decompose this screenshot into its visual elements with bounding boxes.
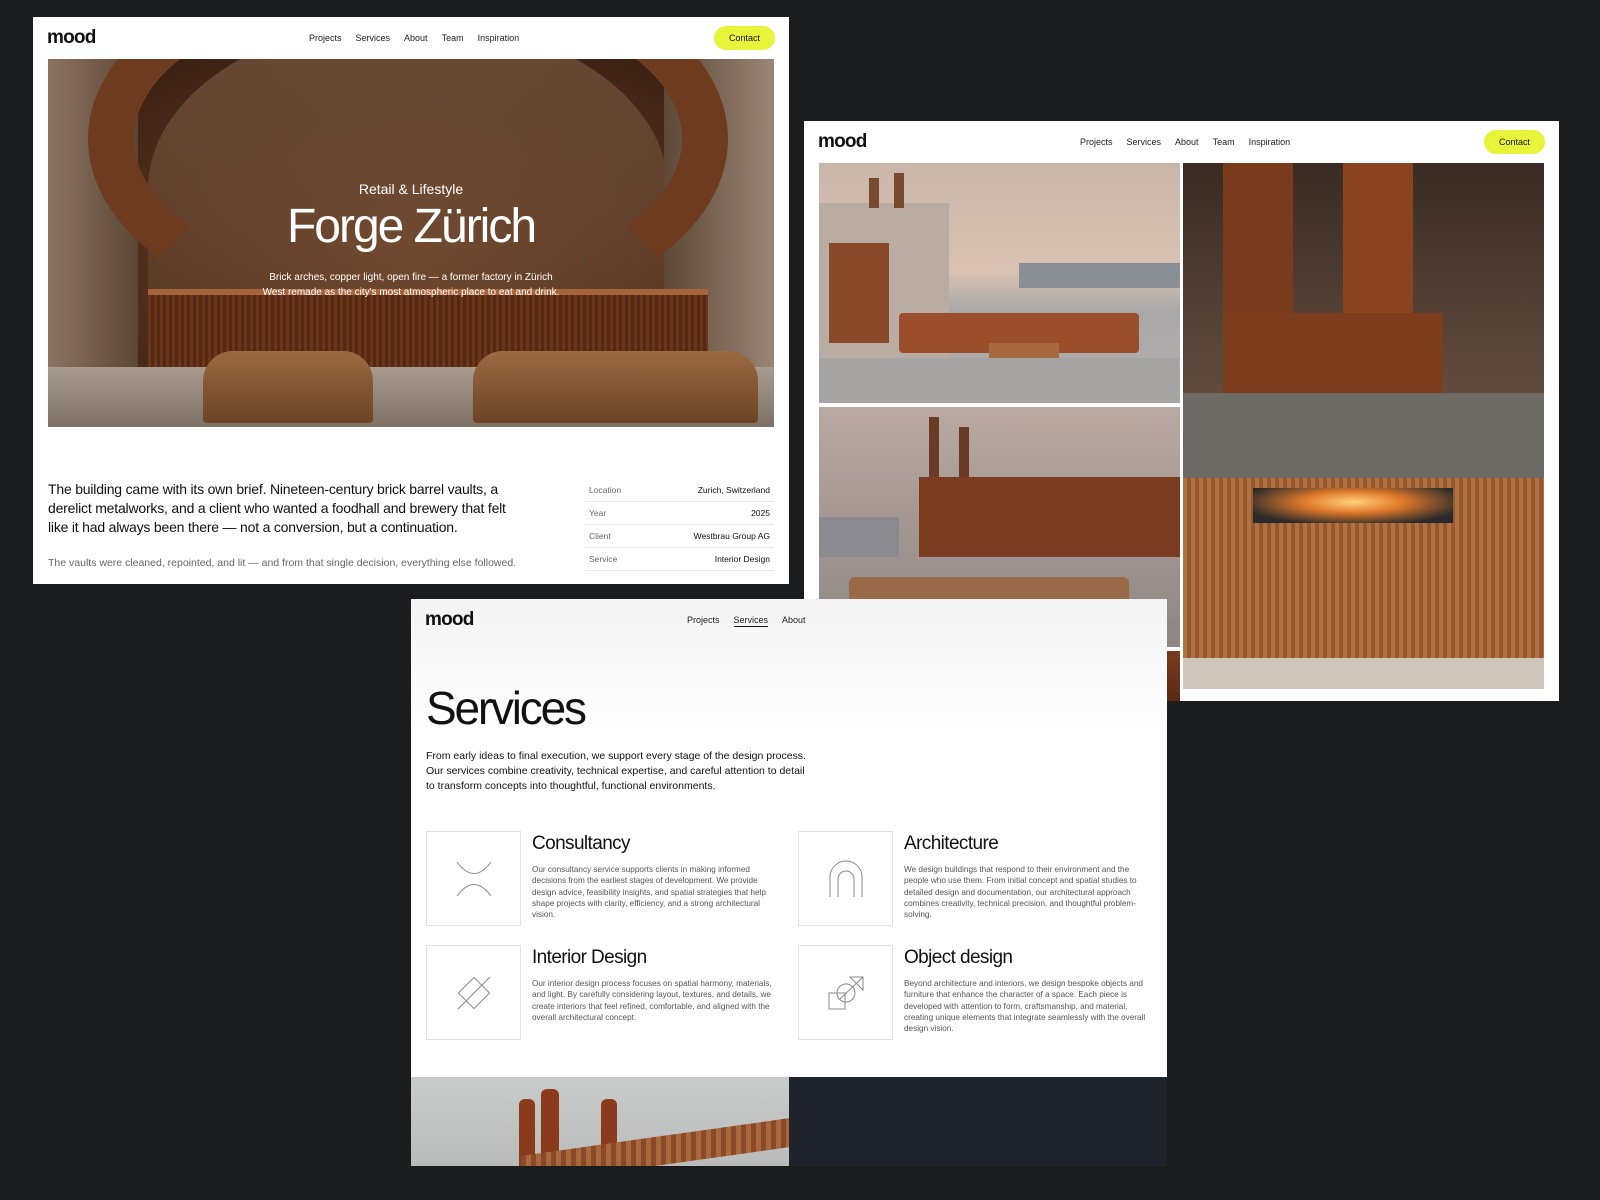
service-card-object-design[interactable]: Object design Beyond architecture and in… xyxy=(798,945,1158,1041)
timber-facade xyxy=(521,1118,789,1166)
service-title: Architecture xyxy=(904,833,999,854)
nav-projects[interactable]: Projects xyxy=(1080,137,1113,147)
nav-team[interactable]: Team xyxy=(442,33,464,43)
fact-value: Westbrau Group AG xyxy=(693,531,770,541)
nav-services[interactable]: Services xyxy=(733,615,769,627)
floor xyxy=(1183,658,1544,689)
project-intro: The building came with its own brief. Ni… xyxy=(48,481,506,535)
nav-about[interactable]: About xyxy=(1175,137,1199,147)
nav-team[interactable]: Team xyxy=(1213,137,1235,147)
corten-column xyxy=(1343,163,1413,313)
description-line: Brick arches, copper light, open fire — … xyxy=(269,272,553,283)
terrace-floor xyxy=(819,358,1180,403)
project-note: The vaults were cleaned, repointed, and … xyxy=(48,557,517,569)
service-description: We design buildings that respond to thei… xyxy=(904,865,1137,920)
consultancy-icon xyxy=(456,861,491,896)
open-fire-kitchen-photo[interactable] xyxy=(1183,163,1544,689)
nav-links: Projects Services About Team Inspiration xyxy=(309,33,519,43)
dark-panel xyxy=(789,1077,1167,1166)
nav-services[interactable]: Services xyxy=(356,33,391,43)
services-page-window: mood Projects Services About Services Fr… xyxy=(411,599,1167,1166)
top-nav: mood Projects Services About Team Inspir… xyxy=(33,17,789,59)
contact-button[interactable]: Contact xyxy=(1483,130,1545,154)
corten-panel xyxy=(829,243,889,343)
fact-row: Service Interior Design xyxy=(585,548,774,571)
kitchen-background xyxy=(1183,393,1544,483)
fact-label: Client xyxy=(589,531,611,541)
page-title: Services xyxy=(426,682,587,734)
service-description: Our interior design process focuses on s… xyxy=(532,979,772,1022)
services-intro: From early ideas to final execution, we … xyxy=(426,750,806,792)
fact-row: Client Westbrau Group AG xyxy=(585,525,774,548)
nav-links: Projects Services About Team Inspiration xyxy=(1080,137,1290,147)
service-description: Our consultancy service supports clients… xyxy=(532,865,766,920)
wooden-bench xyxy=(203,351,373,423)
nav-projects[interactable]: Projects xyxy=(687,615,720,627)
logo[interactable]: mood xyxy=(818,131,867,153)
service-description: Beyond architecture and interiors, we de… xyxy=(904,979,1146,1034)
fact-value: Zurich, Switzerland xyxy=(697,485,770,495)
service-card-consultancy[interactable]: Consultancy Our consultancy service supp… xyxy=(426,831,786,927)
icon-box xyxy=(426,945,521,1040)
contact-button[interactable]: Contact xyxy=(713,26,775,50)
nav-services[interactable]: Services xyxy=(1127,137,1162,147)
service-card-interior-design[interactable]: Interior Design Our interior design proc… xyxy=(426,945,786,1041)
fact-value: 2025 xyxy=(751,508,770,518)
service-card-architecture[interactable]: Architecture We design buildings that re… xyxy=(798,831,1158,927)
nav-about[interactable]: About xyxy=(404,33,428,43)
logo[interactable]: mood xyxy=(47,27,96,49)
chimney xyxy=(869,178,879,208)
service-title: Consultancy xyxy=(532,833,631,854)
object-icon xyxy=(828,976,863,1009)
nav-projects[interactable]: Projects xyxy=(309,33,342,43)
project-facts: Location Zurich, Switzerland Year 2025 Cli… xyxy=(585,479,774,571)
rooftop-terrace-photo[interactable] xyxy=(819,163,1180,403)
city-skyline xyxy=(1019,263,1180,288)
arch-icon xyxy=(829,860,862,897)
top-nav: mood Projects Services About xyxy=(411,599,1167,641)
hero-text: Retail & Lifestyle Forge Zürich Brick ar… xyxy=(48,181,774,300)
fact-value: Interior Design xyxy=(714,554,770,564)
icon-box xyxy=(426,831,521,926)
diamond-icon xyxy=(457,976,490,1009)
fact-label: Service xyxy=(589,554,618,564)
open-fire-grill xyxy=(1253,488,1453,523)
service-title: Object design xyxy=(904,947,1013,968)
building-photo[interactable] xyxy=(411,1077,789,1166)
description-line: West remade as the city's most atmospher… xyxy=(262,287,560,298)
extraction-hood xyxy=(1223,313,1443,393)
nav-links: Projects Services About xyxy=(687,615,806,627)
fact-row: Year 2025 xyxy=(585,502,774,525)
fact-label: Location xyxy=(589,485,622,495)
fact-label: Year xyxy=(589,508,607,518)
project-category: Retail & Lifestyle xyxy=(358,181,464,197)
nav-inspiration[interactable]: Inspiration xyxy=(478,33,520,43)
project-title: Forge Zürich xyxy=(286,200,537,253)
city-skyline xyxy=(819,517,899,557)
project-page-window: mood Projects Services About Team Inspir… xyxy=(33,17,789,584)
nav-inspiration[interactable]: Inspiration xyxy=(1249,137,1291,147)
wooden-bench xyxy=(473,351,758,423)
icon-box xyxy=(798,831,893,926)
fact-row: Location Zurich, Switzerland xyxy=(585,479,774,502)
project-description: Brick arches, copper light, open fire — … xyxy=(48,270,774,300)
service-title: Interior Design xyxy=(532,947,647,968)
top-nav: mood Projects Services About Team Inspir… xyxy=(804,121,1559,163)
nav-about[interactable]: About xyxy=(782,615,806,627)
chimney xyxy=(894,173,904,208)
logo[interactable]: mood xyxy=(425,609,474,631)
corten-facade xyxy=(919,477,1180,557)
icon-box xyxy=(798,945,893,1040)
hero-image: Retail & Lifestyle Forge Zürich Brick ar… xyxy=(48,59,774,427)
